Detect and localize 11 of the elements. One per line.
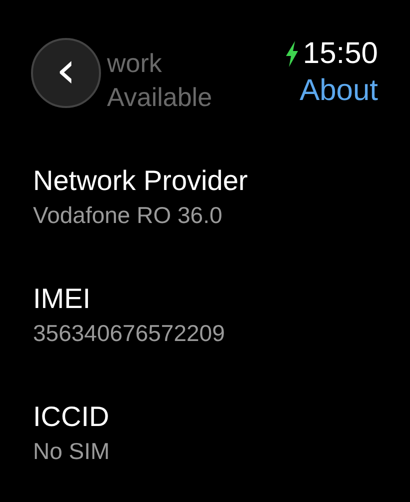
- back-button[interactable]: ‹: [31, 38, 101, 108]
- info-value: Vodafone RO 36.0: [33, 201, 224, 230]
- clock-time: 15:50: [302, 36, 378, 72]
- info-value: 356340676572209: [33, 319, 226, 348]
- screen-title: About: [300, 73, 378, 109]
- info-label: Network Provider: [33, 164, 249, 198]
- faded-title: work: [107, 47, 163, 80]
- info-label: IMEI: [33, 282, 92, 316]
- faded-title: Available: [107, 81, 212, 114]
- info-value: No SIM: [33, 437, 111, 466]
- info-label: ICCID: [33, 400, 110, 434]
